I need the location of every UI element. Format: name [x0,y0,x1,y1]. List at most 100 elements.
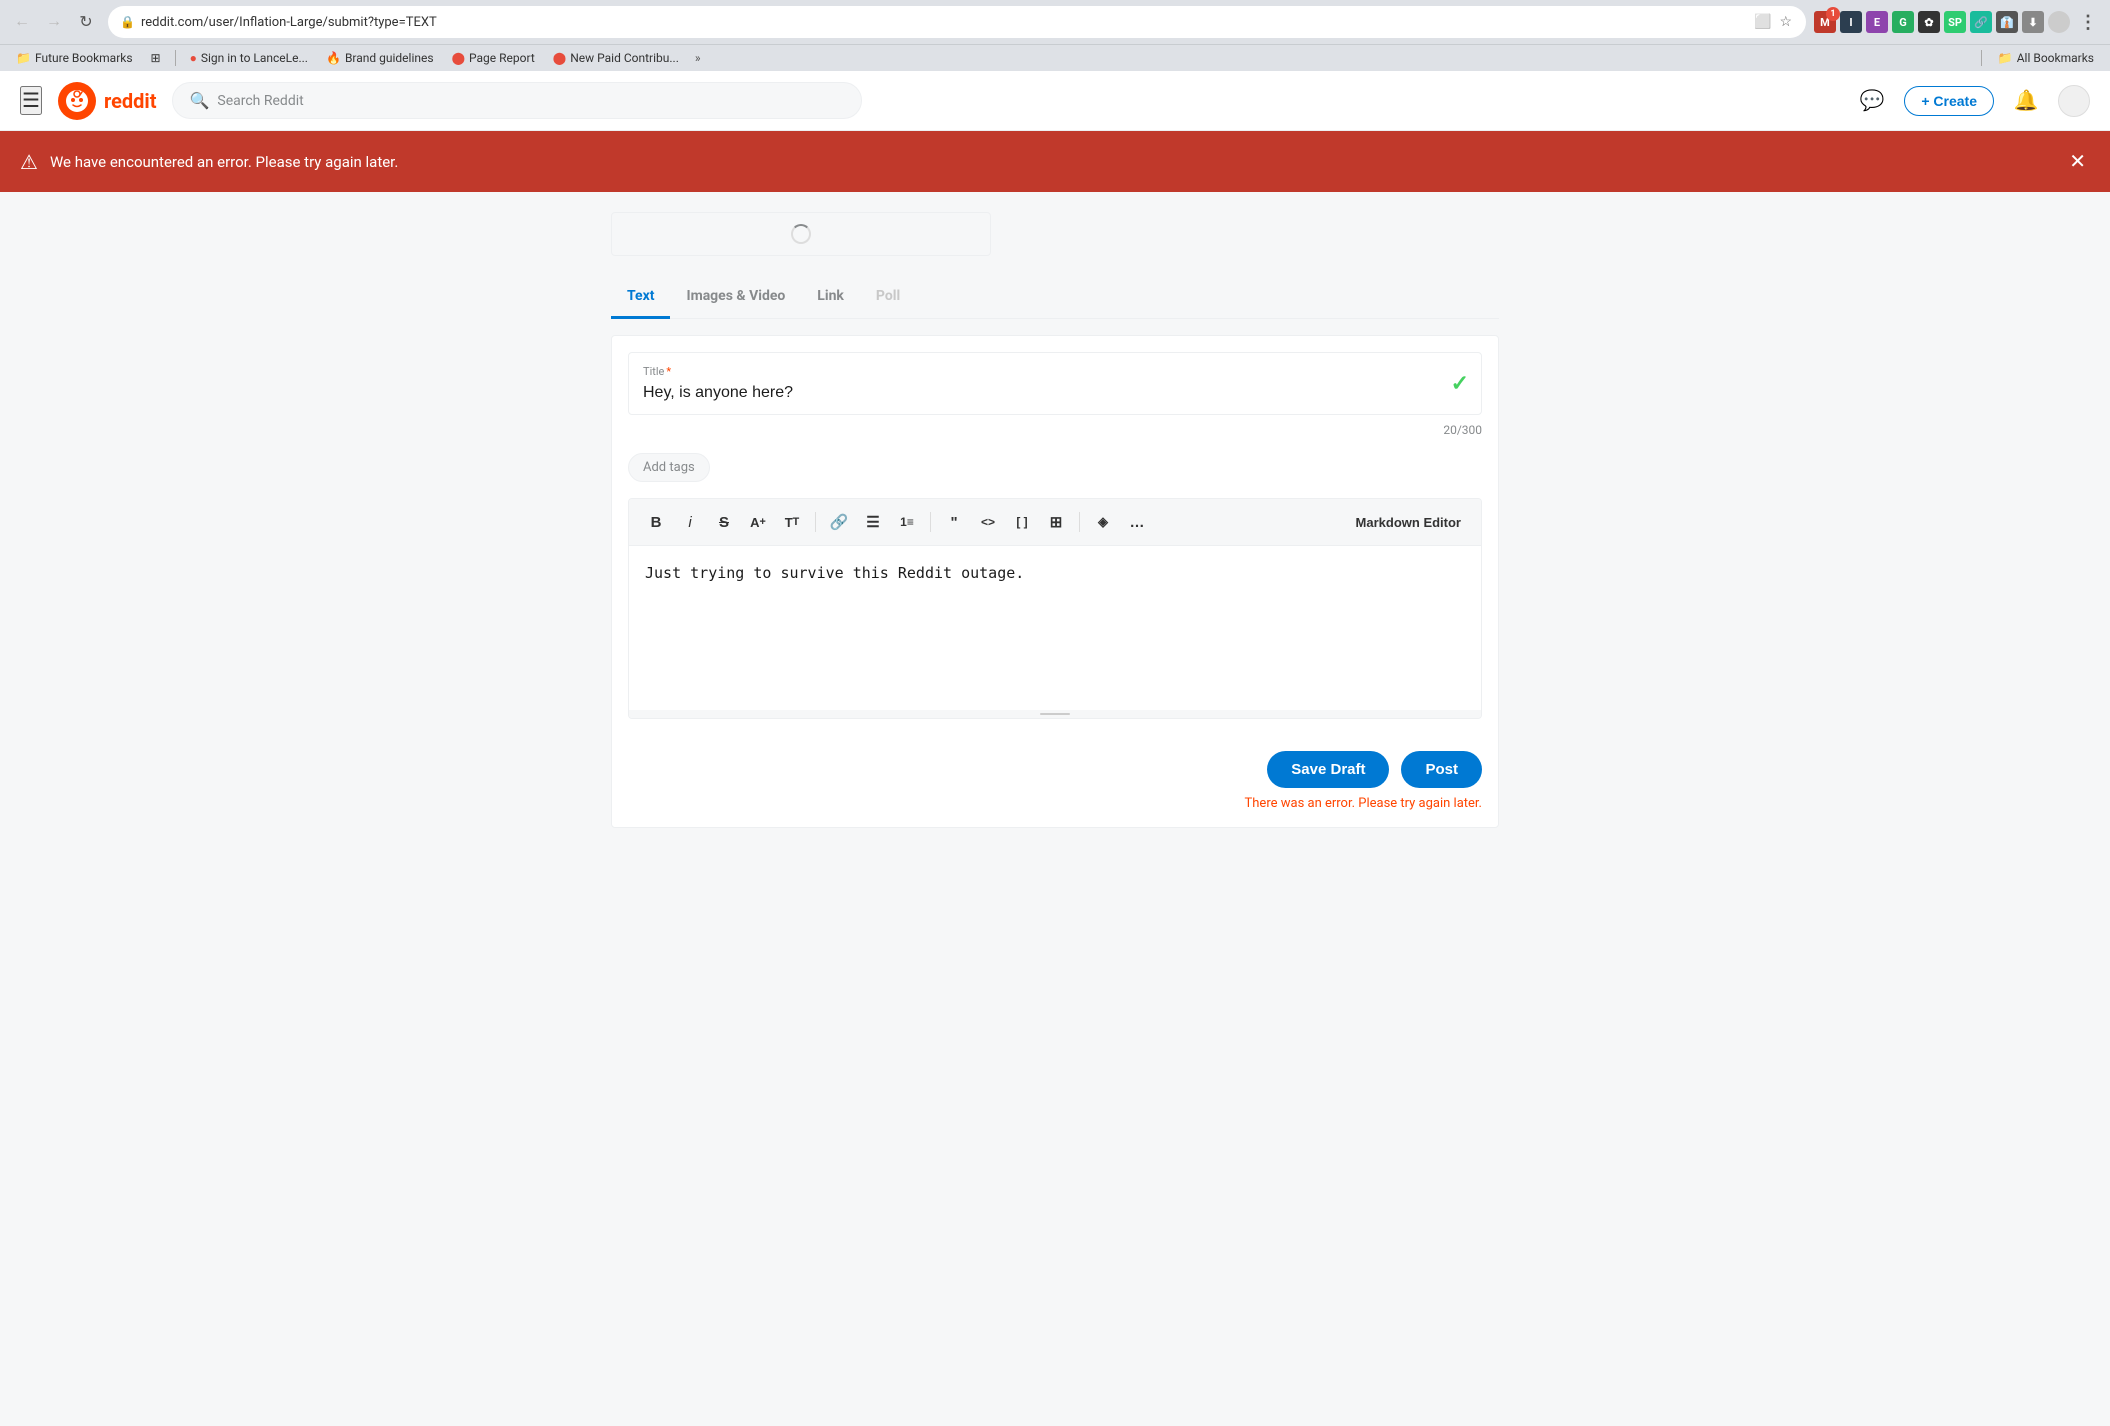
action-buttons: Save Draft Post [1267,751,1482,788]
font-style-button[interactable]: TT [777,507,807,537]
tab-images-video[interactable]: Images & Video [670,276,801,319]
add-tags-button[interactable]: Add tags [628,453,710,482]
title-label: Title * [643,365,1467,378]
blockquote-button[interactable]: " [939,507,969,537]
bookmark-page-report[interactable]: ⬤ Page Report [444,48,543,68]
form-error-message: There was an error. Please try again lat… [1245,796,1482,811]
notifications-button[interactable]: 🔔 [2010,85,2042,117]
spoiler-button[interactable]: ◈ [1088,507,1118,537]
search-placeholder: Search Reddit [217,93,303,109]
search-icon: 🔍 [189,91,209,110]
error-banner: ⚠ We have encountered an error. Please t… [0,131,2110,192]
reddit-logo[interactable]: reddit [58,82,157,120]
all-bookmarks-button[interactable]: 📁 All Bookmarks [1990,48,2102,68]
ext-5[interactable]: ✿ [1918,11,1940,33]
address-lock-icon: 🔒 [120,15,135,29]
form-content: Title * ✓ 20/300 Add tags B i [612,336,1498,735]
ext-8[interactable]: 👔 [1996,11,2018,33]
bookmark-sep-right [1981,50,1982,66]
bookmark-sign-in-icon: ● [190,51,197,65]
create-label: + Create [1921,93,1977,109]
title-input[interactable] [643,384,1467,402]
chat-button[interactable]: 💬 [1856,85,1888,117]
bookmark-sep-1 [175,50,176,66]
bookmark-future[interactable]: 📁 Future Bookmarks [8,48,141,68]
bookmark-new-paid[interactable]: ⬤ New Paid Contribu... [545,48,687,68]
main-content: Text Images & Video Link Poll Title * ✓ … [595,192,1515,848]
ext-9[interactable]: ⬇ [2022,11,2044,33]
nav-buttons: ← → ↻ [8,8,100,36]
bookmark-sign-in[interactable]: ● Sign in to LanceLe... [182,48,316,68]
bookmarks-more-button[interactable]: » [689,48,707,68]
bookmarks-bar: 📁 Future Bookmarks ⊞ ● Sign in to LanceL… [0,44,2110,71]
back-button[interactable]: ← [8,8,36,36]
hamburger-button[interactable]: ☰ [20,86,42,115]
bookmark-future-icon: 📁 [16,51,31,65]
code-block-button[interactable]: [ ] [1007,507,1037,537]
user-avatar[interactable] [2058,85,2090,117]
italic-button[interactable]: i [675,507,705,537]
bookmark-brand-icon: 🔥 [326,51,341,65]
strikethrough-button[interactable]: S [709,507,739,537]
url-text: reddit.com/user/Inflation-Large/submit?t… [141,15,1746,30]
ext-3[interactable]: E [1866,11,1888,33]
ext-7[interactable]: 🔗 [1970,11,1992,33]
editor-body[interactable]: Just trying to survive this Reddit outag… [629,546,1481,706]
ext-2[interactable]: I [1840,11,1862,33]
all-bookmarks-folder-icon: 📁 [1998,51,2013,65]
code-inline-button[interactable]: <> [973,507,1003,537]
post-button[interactable]: Post [1401,751,1482,788]
more-options-button[interactable]: … [1122,507,1152,537]
bold-button[interactable]: B [641,507,671,537]
header-actions: 💬 + Create 🔔 [1856,85,2090,117]
bookmarks-right: 📁 All Bookmarks [1977,48,2102,68]
ordered-list-button[interactable]: 1≡ [892,507,922,537]
subreddit-selector[interactable] [611,212,991,256]
editor-resize-handle[interactable] [629,710,1481,718]
char-count: 20/300 [628,423,1482,437]
reddit-header: ☰ reddit 🔍 Search Reddit 💬 + Create 🔔 [0,71,2110,131]
create-button[interactable]: + Create [1904,86,1994,116]
error-close-button[interactable]: ✕ [2065,145,2090,178]
title-field: Title * ✓ [628,352,1482,415]
cast-icon[interactable]: ⬜ [1752,12,1773,32]
title-valid-checkmark: ✓ [1451,371,1469,396]
bookmark-brand-label: Brand guidelines [345,51,434,65]
warning-icon: ⚠ [20,150,38,174]
bookmark-new-paid-label: New Paid Contribu... [570,51,679,65]
forward-button[interactable]: → [40,8,68,36]
link-button[interactable]: 🔗 [824,507,854,537]
browser-extensions: M 1 I E G ✿ SP 🔗 👔 ⬇ ⋮ [1814,8,2102,36]
unordered-list-button[interactable]: ☰ [858,507,888,537]
search-bar[interactable]: 🔍 Search Reddit [172,82,862,119]
toolbar-sep-1 [815,512,816,532]
address-bar[interactable]: 🔒 reddit.com/user/Inflation-Large/submit… [108,6,1806,38]
bookmark-sign-in-label: Sign in to LanceLe... [201,51,308,65]
table-button[interactable]: ⊞ [1041,507,1071,537]
bookmark-brand[interactable]: 🔥 Brand guidelines [318,48,442,68]
address-actions: ⬜ ☆ [1752,12,1794,32]
bookmark-page-report-icon: ⬤ [452,51,465,65]
save-draft-button[interactable]: Save Draft [1267,751,1389,788]
text-editor: B i S A+ TT 🔗 ☰ 1≡ " <> [ ] ⊞ [628,498,1482,719]
tab-poll: Poll [860,276,916,319]
bookmark-new-paid-icon: ⬤ [553,51,566,65]
tab-link[interactable]: Link [801,276,860,319]
markdown-editor-button[interactable]: Markdown Editor [1348,511,1469,534]
font-size-button[interactable]: A+ [743,507,773,537]
bookmark-page-report-label: Page Report [469,51,535,65]
bookmark-future-label: Future Bookmarks [35,51,133,65]
profile-avatar[interactable] [2048,11,2070,33]
form-actions: Save Draft Post There was an error. Plea… [612,735,1498,827]
bookmark-grid[interactable]: ⊞ [143,48,169,68]
title-required-marker: * [666,365,671,378]
browser-more-button[interactable]: ⋮ [2074,8,2102,36]
ext-4[interactable]: G [1892,11,1914,33]
all-bookmarks-label: All Bookmarks [2017,51,2094,65]
ext-6[interactable]: SP [1944,11,1966,33]
bookmark-grid-icon: ⊞ [151,51,161,65]
tab-text[interactable]: Text [611,276,670,319]
bookmark-star-icon[interactable]: ☆ [1777,12,1794,32]
reload-button[interactable]: ↻ [72,8,100,36]
ext-1[interactable]: M 1 [1814,11,1836,33]
